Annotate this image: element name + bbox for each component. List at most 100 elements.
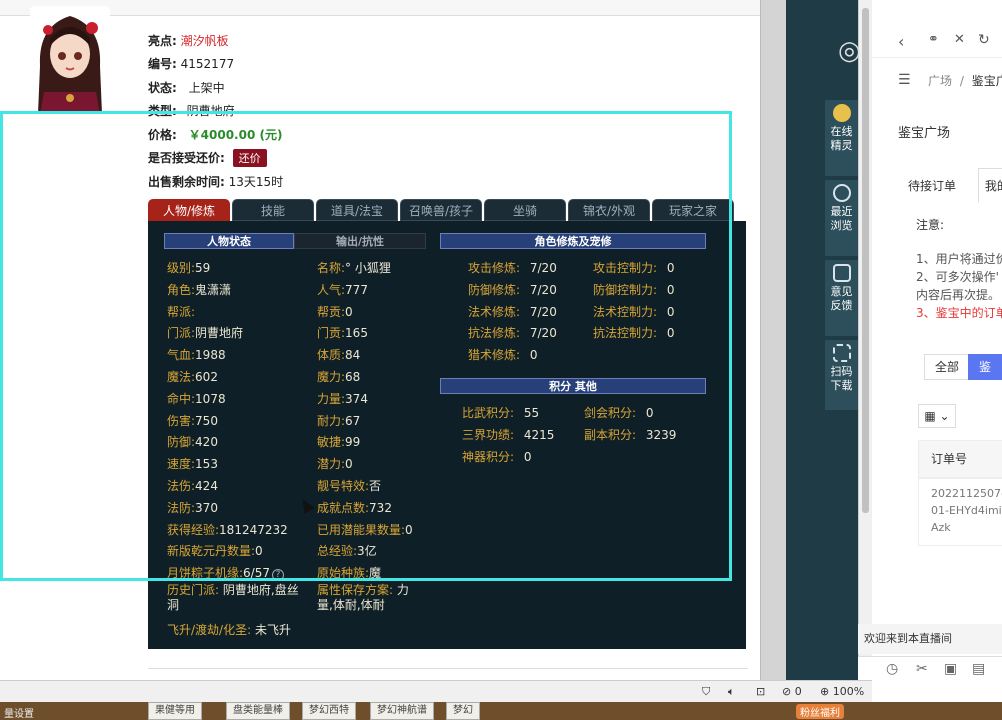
stat-item: 帮派: [167,303,195,320]
stat-label: 耐力: [317,413,346,428]
stat-label: 门派: [167,326,196,341]
block-icon[interactable]: ⊘ 0 [782,685,802,698]
link-icon[interactable]: ⚭ [928,32,939,47]
fans-badge[interactable]: 粉丝福利 [796,704,844,719]
zoom-indicator[interactable]: ⊕ 100% [820,685,864,698]
webpage-content: 亮点: 潮汐帆板 编号: 4152177 状态: 上架中 类型: 阴曹地府 价格… [0,0,760,680]
stat-item: 副本积分: 3239 [584,426,676,443]
bottom-tab[interactable]: 果健等用 [148,702,202,720]
stat-label: 攻击控制力: [593,261,658,275]
scissors-icon[interactable]: ✂ [916,661,928,677]
crumb-appraisal[interactable]: 鉴宝广 [972,74,1002,88]
bargain-button[interactable]: 还价 [232,149,267,167]
image-icon[interactable]: ▣ [944,661,957,677]
stat-value: 0 [523,449,532,464]
crumb-square[interactable]: 广场 [928,74,952,88]
side-btn-online-sprite[interactable]: 在线 精灵 [825,100,858,176]
filter-appraisal-button[interactable]: 鉴宝 [968,354,1002,398]
grid-icon: ▦ ⌄ [924,409,950,423]
stat-item: 神器积分: 0 [462,448,532,465]
bottom-tab[interactable]: 梦幻 [446,702,480,720]
close-icon[interactable]: ✕ [954,32,965,47]
tab-appearance[interactable]: 锦衣/外观 [568,199,650,221]
price-row: 价格: ￥4000.00 (元) [148,126,282,143]
stat-item: 抗法控制力: 0 [593,324,675,341]
chat-welcome: 欢迎来到本直播间 [858,624,1002,654]
ascend-label: 飞升/渡劫/化圣: [167,623,252,637]
stat-label: 总经验: [317,544,358,559]
stat-value: 鬼潇潇 [195,282,232,297]
stat-item: 帮贡:0 [317,303,353,320]
stat-item: 成就点数:732 [317,499,392,516]
stat-label: 法术修炼: [468,304,521,319]
stat-label: 体质: [317,348,346,363]
section-cultivation-head: 角色修炼及宠修 [440,233,706,249]
stat-value: 6/57 [243,566,270,581]
side-btn-recent[interactable]: 最近 浏览 [825,180,858,256]
scrollbar-thumb[interactable] [862,8,869,513]
stat-item: 防御控制力: 0 [593,281,675,298]
filter-all-button[interactable]: 全部 [924,354,971,380]
back-icon[interactable]: ‹ [898,32,904,51]
stat-item: 力量:374 [317,390,368,407]
bottom-tab[interactable]: 盘类能量棒 [226,702,290,720]
shield-icon[interactable]: ⛉ [702,685,710,699]
price-label: 价格: [148,128,177,142]
tab-mounts[interactable]: 坐骑 [484,199,566,221]
stat-value: 7/20 [529,282,557,297]
stat-item: 潜力:0 [317,455,353,472]
stat-item: 速度:153 [167,455,218,472]
stat-label: 攻击修炼: [468,261,521,275]
stat-value: 750 [195,413,218,428]
side-btn-feedback[interactable]: 意见 反馈 [825,260,858,336]
history-school-item: 历史门派: 阴曹地府,盘丝洞 [167,583,307,613]
note-line-3: 3、鉴宝中的订单 [916,306,1002,320]
bottom-tab[interactable]: 梦幻神航谱 [370,702,434,720]
stat-value: 7/20 [529,304,557,319]
stat-item: 人气:777 [317,281,368,298]
clock-icon[interactable]: ◷ [886,661,898,677]
stat-value: 777 [345,282,368,297]
character-avatar [30,6,110,114]
table-cell-order[interactable]: 2022112507-01-EHYd4imiAzk [918,478,1002,546]
stat-item: 防御修炼: 7/20 [468,281,557,298]
stat-label: 靓号特效: [317,479,370,493]
tab-skills[interactable]: 技能 [232,199,314,221]
note-line-1: 1、用户将通过价 [916,252,1002,266]
stat-item: 魔法:602 [167,368,218,385]
stat-label: 命中: [167,391,196,406]
speaker-icon[interactable]: 🔈︎ [728,685,735,699]
tab-character[interactable]: 人物/修炼 [148,199,230,221]
sprite-icon [832,104,851,122]
column-settings-button[interactable]: ▦ ⌄ [918,404,956,428]
folder-icon[interactable]: ▤ [972,661,985,677]
side-btn-scan[interactable]: 扫码 下载 [825,340,858,410]
stat-label: 防御控制力: [593,282,658,297]
stat-value: 602 [195,370,218,384]
menu-icon[interactable]: ☰ [898,72,911,88]
rp-browser-toolbar: ‹ ⚭ ✕ ↻ [872,0,1002,58]
help-icon[interactable]: ? [272,569,284,582]
stat-item: 法伤:424 [167,477,218,494]
refresh-icon[interactable]: ↻ [978,32,990,48]
tab-items[interactable]: 道具/法宝 [316,199,398,221]
id-row: 编号: 4152177 [148,55,234,72]
tab-summons[interactable]: 召唤兽/孩子 [400,199,482,221]
side-btn-label: 在线 [830,125,853,138]
stat-label: 剑会积分: [584,406,637,420]
stat-item: 月饼粽子机缘:6/57? [167,564,284,582]
detail-tabs: 人物/修炼 技能 道具/法宝 召唤兽/孩子 坐骑 锦衣/外观 玩家之家 [148,199,746,221]
download-icon[interactable]: ⊡ [756,685,765,698]
tab-mine[interactable]: 我的 [977,168,1002,203]
bottom-tab[interactable]: 梦幻西特 [302,702,356,720]
note-line-2b: 内容后再次提。 [916,288,1001,302]
stat-item: 新版乾元丹数量:0 [167,542,263,559]
stat-label: 魔法: [167,370,196,384]
stat-value: 0 [405,522,413,537]
tab-pending[interactable]: 待接订单 [898,169,956,194]
browser-scrollbar[interactable] [858,0,872,680]
settings-label[interactable]: 量设置 [4,705,34,720]
tab-home[interactable]: 玩家之家 [652,199,734,221]
id-value: 4152177 [180,57,235,71]
status-value: 上架中 [188,81,225,95]
